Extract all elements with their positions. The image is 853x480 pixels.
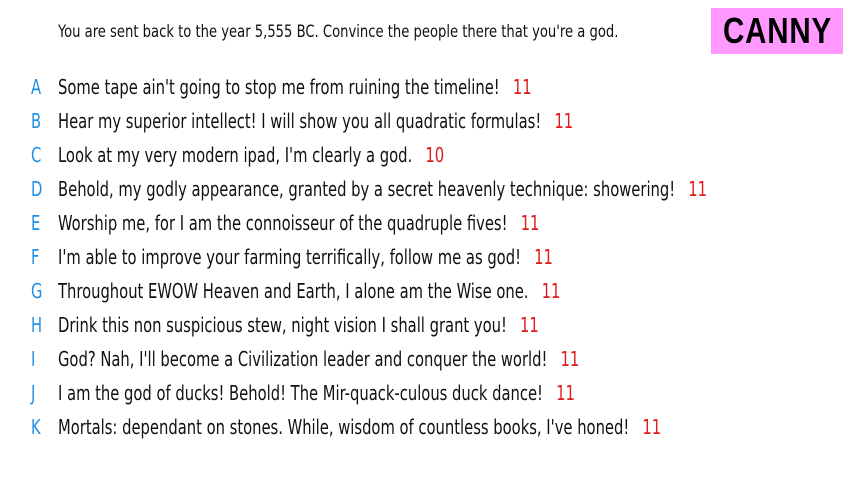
entry-line: I'm able to improve your farming terrifi… [58, 245, 553, 269]
entry-letter: E [31, 211, 41, 235]
entry-text: Behold, my godly appearance, granted by … [58, 177, 676, 201]
entry-text: God? Nah, I'll become a Civilization lea… [58, 347, 548, 371]
entry-line: Drink this non suspicious stew, night vi… [58, 313, 539, 337]
entry-score: 11 [520, 313, 539, 337]
entry-score: 11 [512, 75, 532, 99]
entry-text: Worship me, for I am the connoisseur of … [58, 211, 508, 235]
entry-text: I'm able to improve your farming terrifi… [58, 245, 521, 269]
entry-score: 11 [541, 279, 561, 303]
entry-letter: F [31, 245, 40, 269]
entry-letter: C [31, 143, 42, 167]
entry-score: 11 [556, 381, 575, 405]
entry-line: Some tape ain't going to stop me from ru… [58, 75, 532, 99]
entry-line: Behold, my godly appearance, granted by … [58, 177, 707, 201]
entry-text: Mortals: dependant on stones. While, wis… [58, 415, 630, 439]
entry-text: Look at my very modern ipad, I'm clearly… [58, 143, 413, 167]
entry-letter: K [31, 415, 41, 439]
entry-score: 11 [688, 177, 708, 201]
entry-score: 11 [534, 245, 553, 269]
entry-letter: J [31, 381, 36, 405]
entry-line: Worship me, for I am the connoisseur of … [58, 211, 539, 235]
entry-text: Some tape ain't going to stop me from ru… [58, 75, 500, 99]
entry-line: God? Nah, I'll become a Civilization lea… [58, 347, 579, 371]
entry-text: Throughout EWOW Heaven and Earth, I alon… [58, 279, 529, 303]
prompt-text: You are sent back to the year 5,555 BC. … [58, 22, 619, 42]
entry-line: Mortals: dependant on stones. While, wis… [58, 415, 661, 439]
entry-line: Hear my superior intellect! I will show … [58, 109, 573, 133]
entry-score: 10 [425, 143, 445, 167]
entry-letter: B [31, 109, 42, 133]
entry-letter: H [31, 313, 43, 337]
entry-line: Throughout EWOW Heaven and Earth, I alon… [58, 279, 560, 303]
entry-letter: I [31, 347, 36, 371]
entry-line: Look at my very modern ipad, I'm clearly… [58, 143, 444, 167]
entry-text: Hear my superior intellect! I will show … [58, 109, 542, 133]
entry-line: I am the god of ducks! Behold! The Mir-q… [58, 381, 575, 405]
entry-letter: G [31, 279, 43, 303]
category-badge-label: CANNY [722, 10, 832, 51]
entry-text: I am the god of ducks! Behold! The Mir-q… [58, 381, 543, 405]
entry-letter: A [31, 75, 42, 99]
entry-letter: D [31, 177, 43, 201]
entry-score: 11 [560, 347, 580, 371]
entry-text: Drink this non suspicious stew, night vi… [58, 313, 507, 337]
entry-score: 11 [554, 109, 574, 133]
entry-score: 11 [520, 211, 540, 235]
entry-score: 11 [642, 415, 662, 439]
category-badge: CANNY [711, 8, 843, 54]
